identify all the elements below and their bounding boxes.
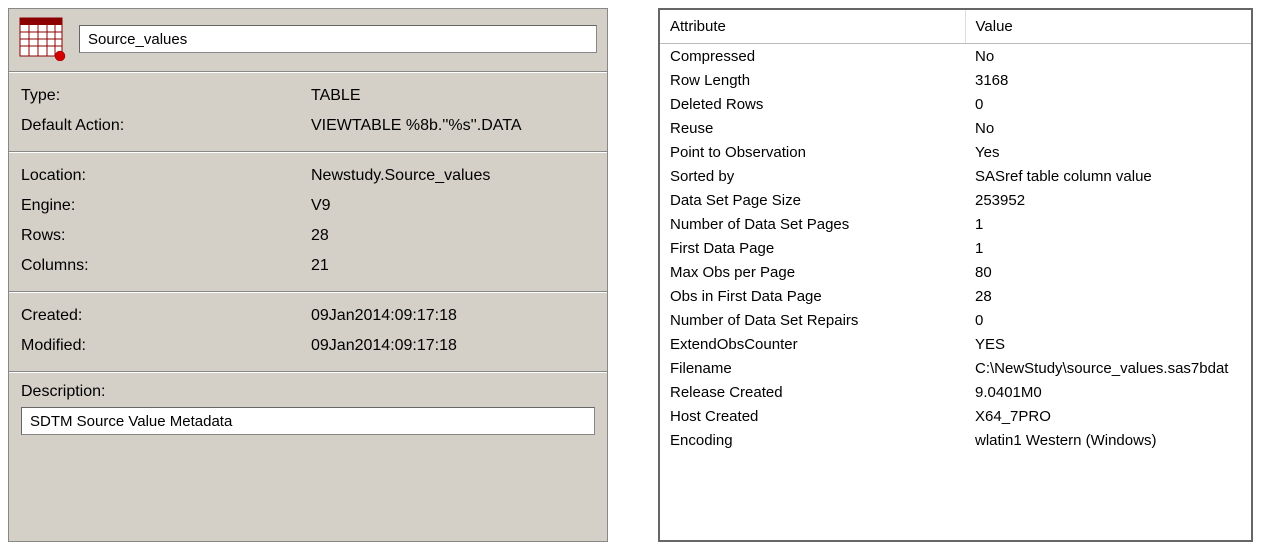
prop-label: Location: (21, 167, 311, 185)
prop-label: Created: (21, 307, 311, 325)
prop-row: Engine: V9 (21, 191, 595, 221)
prop-label: Engine: (21, 197, 311, 215)
attr-cell: Max Obs per Page (660, 260, 965, 284)
value-cell: 3168 (965, 68, 1251, 92)
attr-cell: ExtendObsCounter (660, 332, 965, 356)
value-cell: YES (965, 332, 1251, 356)
value-cell: 0 (965, 92, 1251, 116)
attr-cell: Filename (660, 356, 965, 380)
prop-row: Created: 09Jan2014:09:17:18 (21, 301, 595, 331)
attr-cell: Host Created (660, 404, 965, 428)
table-row[interactable]: Number of Data Set Pages1 (660, 212, 1251, 236)
table-row[interactable]: FilenameC:\NewStudy\source_values.sas7bd… (660, 356, 1251, 380)
value-cell: 1 (965, 236, 1251, 260)
prop-row: Rows: 28 (21, 221, 595, 251)
value-cell: 253952 (965, 188, 1251, 212)
table-row[interactable]: Host CreatedX64_7PRO (660, 404, 1251, 428)
table-row[interactable]: CompressedNo (660, 44, 1251, 69)
attr-cell: Release Created (660, 380, 965, 404)
prop-value: TABLE (311, 87, 595, 105)
properties-header (9, 9, 607, 71)
attribute-table: Attribute Value CompressedNoRow Length31… (660, 10, 1251, 452)
prop-value: 09Jan2014:09:17:18 (311, 307, 595, 325)
value-cell: No (965, 116, 1251, 140)
value-cell: SASref table column value (965, 164, 1251, 188)
attr-cell: Encoding (660, 428, 965, 452)
attr-cell: Data Set Page Size (660, 188, 965, 212)
table-row[interactable]: First Data Page1 (660, 236, 1251, 260)
value-cell: C:\NewStudy\source_values.sas7bdat (965, 356, 1251, 380)
attr-cell: First Data Page (660, 236, 965, 260)
prop-value: 28 (311, 227, 595, 245)
prop-row: Type: TABLE (21, 81, 595, 111)
attr-cell: Deleted Rows (660, 92, 965, 116)
value-cell: 1 (965, 212, 1251, 236)
prop-value: 21 (311, 257, 595, 275)
value-cell: 9.0401M0 (965, 380, 1251, 404)
table-row[interactable]: Encodingwlatin1 Western (Windows) (660, 428, 1251, 452)
prop-value: V9 (311, 197, 595, 215)
prop-value: 09Jan2014:09:17:18 (311, 337, 595, 355)
prop-label: Columns: (21, 257, 311, 275)
attr-cell: Obs in First Data Page (660, 284, 965, 308)
table-row[interactable]: Data Set Page Size253952 (660, 188, 1251, 212)
value-cell: 28 (965, 284, 1251, 308)
table-row[interactable]: ReuseNo (660, 116, 1251, 140)
header-value[interactable]: Value (965, 10, 1251, 44)
table-row[interactable]: Number of Data Set Repairs0 (660, 308, 1251, 332)
prop-label: Modified: (21, 337, 311, 355)
table-row[interactable]: Point to ObservationYes (660, 140, 1251, 164)
attr-cell: Row Length (660, 68, 965, 92)
table-row[interactable]: Release Created9.0401M0 (660, 380, 1251, 404)
attr-cell: Number of Data Set Repairs (660, 308, 965, 332)
prop-label: Type: (21, 87, 311, 105)
properties-panel: Type: TABLE Default Action: VIEWTABLE %8… (8, 8, 608, 542)
table-row[interactable]: Deleted Rows0 (660, 92, 1251, 116)
dataset-name-input[interactable] (79, 25, 597, 53)
value-cell: X64_7PRO (965, 404, 1251, 428)
description-label: Description: (9, 373, 607, 407)
prop-value: VIEWTABLE %8b.''%s''.DATA (311, 117, 595, 135)
attr-cell: Compressed (660, 44, 965, 69)
table-icon (19, 17, 67, 61)
value-cell: wlatin1 Western (Windows) (965, 428, 1251, 452)
prop-value: Newstudy.Source_values (311, 167, 595, 185)
props-section-2: Location: Newstudy.Source_values Engine:… (9, 153, 607, 291)
value-cell: Yes (965, 140, 1251, 164)
attr-cell: Number of Data Set Pages (660, 212, 965, 236)
value-cell: No (965, 44, 1251, 69)
attr-cell: Reuse (660, 116, 965, 140)
value-cell: 0 (965, 308, 1251, 332)
table-row[interactable]: Obs in First Data Page28 (660, 284, 1251, 308)
attr-cell: Point to Observation (660, 140, 965, 164)
attribute-panel: Attribute Value CompressedNoRow Length31… (658, 8, 1253, 542)
attr-cell: Sorted by (660, 164, 965, 188)
prop-label: Default Action: (21, 117, 311, 135)
prop-row: Default Action: VIEWTABLE %8b.''%s''.DAT… (21, 111, 595, 141)
table-row[interactable]: Row Length3168 (660, 68, 1251, 92)
description-input[interactable] (21, 407, 595, 435)
table-row[interactable]: Sorted bySASref table column value (660, 164, 1251, 188)
table-row[interactable]: Max Obs per Page80 (660, 260, 1251, 284)
prop-label: Rows: (21, 227, 311, 245)
prop-row: Location: Newstudy.Source_values (21, 161, 595, 191)
prop-row: Modified: 09Jan2014:09:17:18 (21, 331, 595, 361)
value-cell: 80 (965, 260, 1251, 284)
props-section-1: Type: TABLE Default Action: VIEWTABLE %8… (9, 73, 607, 151)
table-row[interactable]: ExtendObsCounterYES (660, 332, 1251, 356)
props-section-3: Created: 09Jan2014:09:17:18 Modified: 09… (9, 293, 607, 371)
prop-row: Columns: 21 (21, 251, 595, 281)
header-attribute[interactable]: Attribute (660, 10, 965, 44)
attribute-table-header: Attribute Value (660, 10, 1251, 44)
